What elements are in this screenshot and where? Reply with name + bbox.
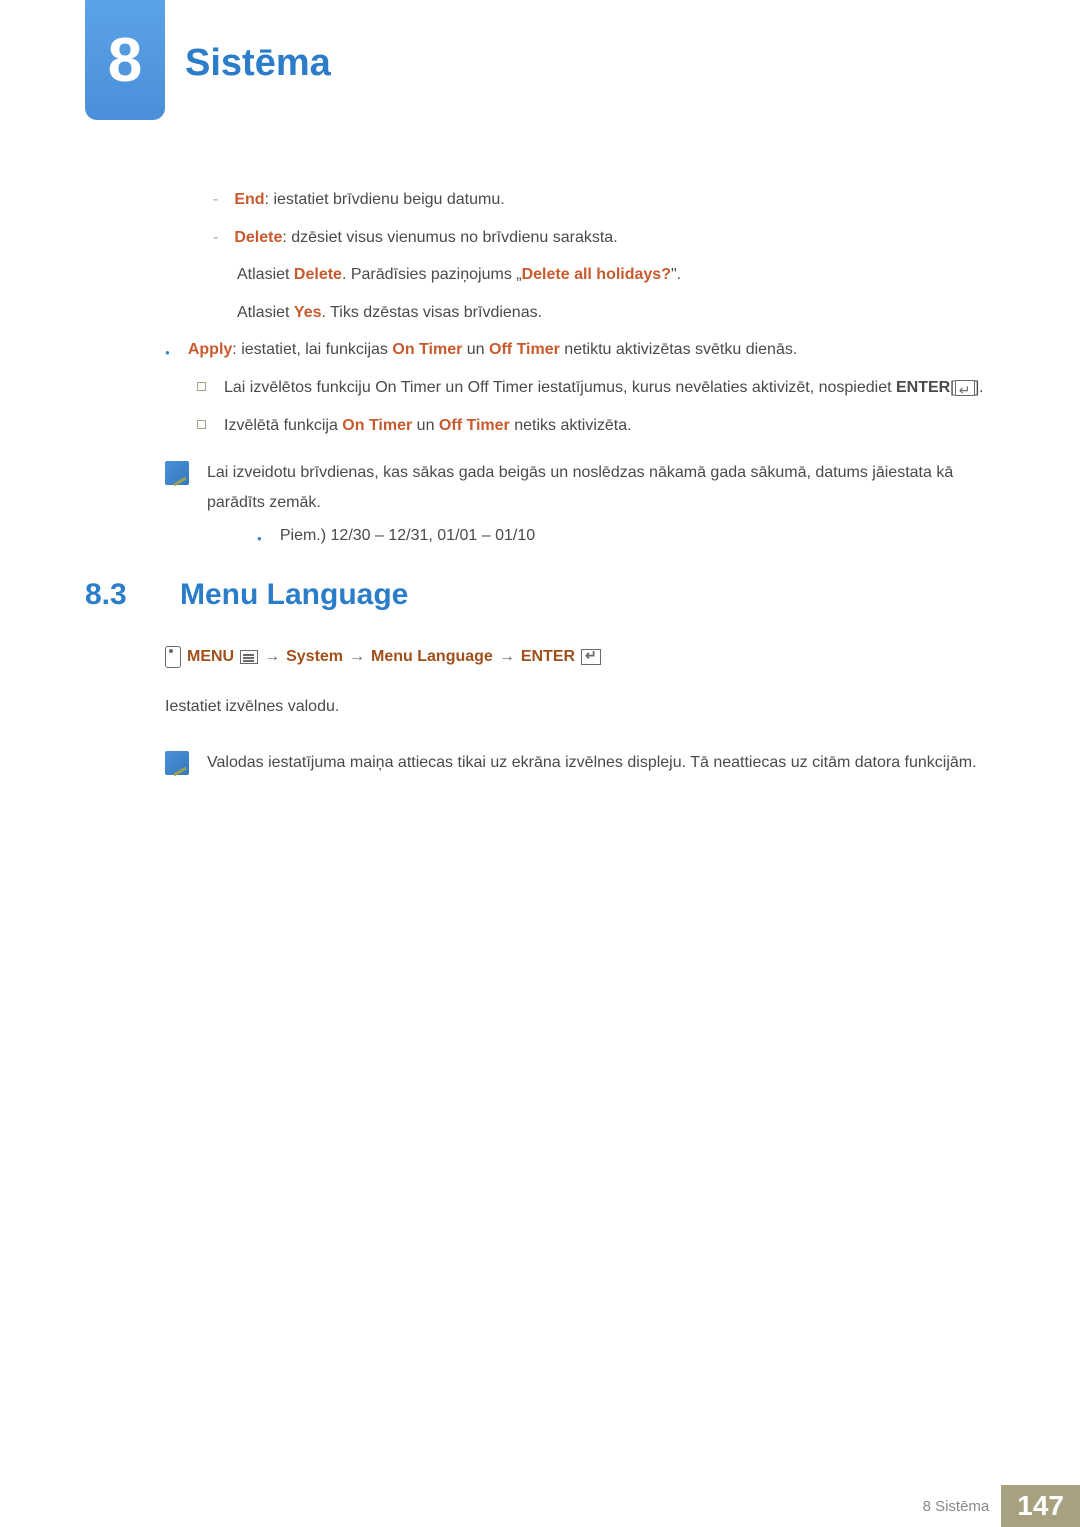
chapter-title: Sistēma	[185, 42, 331, 85]
bullet-item-apply: ● Apply: iestatiet, lai funkcijas On Tim…	[165, 335, 995, 365]
nav-path: MENU → System → Menu Language → ENTER	[165, 646, 601, 668]
delete-label: Delete	[234, 229, 282, 246]
arrow-1: →	[264, 648, 280, 666]
square2-mid: un	[412, 417, 439, 434]
note-icon	[165, 461, 189, 485]
yes-bold: Yes	[294, 304, 322, 321]
yes-text: . Tiks dzēstas visas brīvdienas.	[322, 304, 543, 321]
note-block-1: Lai izveidotu brīvdienas, kas sākas gada…	[165, 458, 995, 551]
off-timer-2: Off Timer	[439, 417, 510, 434]
nav-system: System	[286, 648, 343, 666]
apply-prefix: : iestatiet, lai funkcijas	[232, 341, 392, 358]
bullet-marker: ●	[165, 346, 170, 365]
content-block-1: - End: iestatiet brīvdienu beigu datumu.…	[165, 185, 995, 573]
apply-suffix: netiktu aktivizētas svētku dienās.	[560, 341, 797, 358]
footer-chapter-ref: 8 Sistēma	[923, 1498, 990, 1515]
square-marker	[197, 420, 206, 429]
note-block-2: Valodas iestatījuma maiņa attiecas tikai…	[165, 748, 995, 778]
chapter-number: 8	[108, 25, 142, 96]
dash-marker: -	[213, 223, 218, 253]
apply-mid: un	[462, 341, 489, 358]
indent-line-yes: Atlasiet Yes. Tiks dzēstas visas brīvdie…	[165, 298, 995, 328]
square2-prefix: Izvēlētā funkcija	[224, 417, 342, 434]
chapter-number-tab: 8	[85, 0, 165, 120]
delete-all-holidays: Delete all holidays?	[522, 266, 671, 283]
content-block-83: Iestatiet izvēlnes valodu. Valodas iesta…	[165, 692, 995, 799]
on-timer-1: On Timer	[392, 341, 462, 358]
on-timer-2: On Timer	[342, 417, 412, 434]
arrow-2: →	[349, 648, 365, 666]
example-text: Piem.) 12/30 – 12/31, 01/01 – 01/10	[280, 521, 535, 551]
enter-icon	[581, 649, 601, 665]
note2-text: Valodas iestatījuma maiņa attiecas tikai…	[207, 748, 995, 778]
page-footer: 8 Sistēma 147	[0, 1485, 1080, 1527]
square1-text: Lai izvēlētos funkciju On Timer un Off T…	[224, 379, 896, 396]
square-item-2: Izvēlētā funkcija On Timer un Off Timer …	[165, 411, 995, 441]
enter-icon	[955, 380, 975, 396]
end-label: End	[234, 191, 264, 208]
arrow-3: →	[499, 648, 515, 666]
menu-icon	[240, 650, 258, 664]
nav-menu-language: Menu Language	[371, 648, 493, 666]
page-number: 147	[1001, 1485, 1080, 1527]
note1-text: Lai izveidotu brīvdienas, kas sākas gada…	[207, 458, 995, 517]
square2-suffix: netiks aktivizēta.	[510, 417, 632, 434]
section-title-83: Menu Language	[180, 578, 408, 612]
nav-enter: ENTER	[521, 648, 575, 666]
indent-line-delete-msg: Atlasiet Delete. Parādīsies paziņojums „…	[165, 260, 995, 290]
list-item-delete: - Delete: dzēsiet visus vienumus no brīv…	[165, 223, 995, 253]
square-item-1: Lai izvēlētos funkciju On Timer un Off T…	[165, 373, 995, 403]
bracket-close: ].	[975, 379, 984, 396]
delete-msg-suffix: ".	[671, 266, 681, 283]
select-prefix: Atlasiet	[237, 266, 294, 283]
delete-text: : dzēsiet visus vienumus no brīvdienu sa…	[282, 229, 617, 246]
delete-msg-text: . Parādīsies paziņojums „	[342, 266, 522, 283]
off-timer-1: Off Timer	[489, 341, 560, 358]
remote-icon	[165, 646, 181, 668]
end-text: : iestatiet brīvdienu beigu datumu.	[265, 191, 505, 208]
dash-marker: -	[213, 185, 218, 215]
nav-menu: MENU	[187, 648, 234, 666]
delete-bold: Delete	[294, 266, 342, 283]
note-icon	[165, 751, 189, 775]
select-prefix2: Atlasiet	[237, 304, 294, 321]
body-83: Iestatiet izvēlnes valodu.	[165, 692, 995, 722]
apply-label: Apply	[188, 341, 232, 358]
example-bullet: ● Piem.) 12/30 – 12/31, 01/01 – 01/10	[207, 521, 995, 551]
square-marker	[197, 382, 206, 391]
section-number-83: 8.3	[85, 578, 127, 612]
list-item-end: - End: iestatiet brīvdienu beigu datumu.	[165, 185, 995, 215]
bullet-marker: ●	[257, 532, 262, 551]
enter-label-1: ENTER	[896, 379, 950, 396]
